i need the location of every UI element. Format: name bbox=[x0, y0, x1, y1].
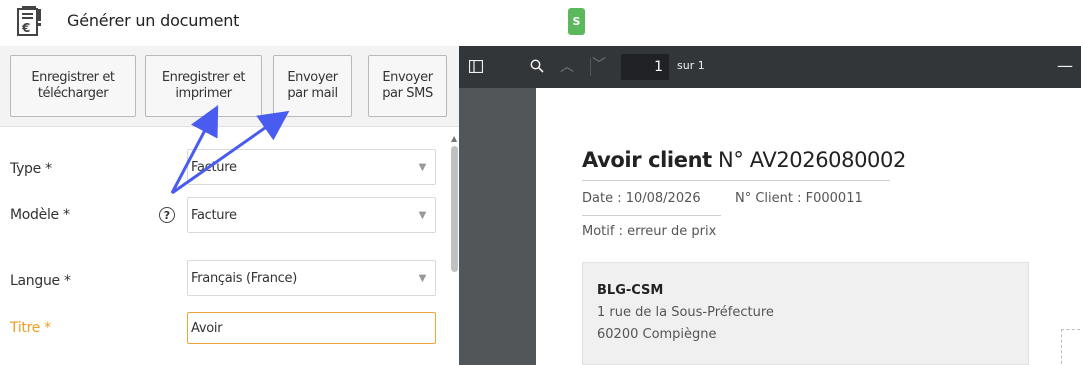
sidebar-toggle-icon[interactable] bbox=[469, 60, 483, 73]
type-label: Type * bbox=[10, 161, 52, 177]
zoom-out-icon[interactable]: — bbox=[1057, 56, 1073, 75]
divider bbox=[582, 180, 890, 181]
model-label: Modèle * bbox=[10, 207, 70, 223]
svg-text:€: € bbox=[21, 21, 30, 35]
page-crop-mark bbox=[1061, 329, 1080, 365]
title-input-value: Avoir bbox=[191, 320, 223, 336]
type-select-value: Facture bbox=[191, 159, 237, 175]
divider bbox=[582, 215, 721, 216]
type-select[interactable]: Facture ▼ bbox=[187, 149, 436, 185]
model-select-value: Facture bbox=[191, 207, 237, 223]
document-number: N° AV2026080002 bbox=[718, 148, 906, 172]
search-icon[interactable] bbox=[530, 59, 544, 73]
send-mail-button[interactable]: Envoyer par mail bbox=[273, 55, 352, 117]
page-total: sur 1 bbox=[677, 59, 705, 72]
document-title-bold: Avoir client bbox=[582, 148, 712, 172]
address-line-2: 60200 Compiègne bbox=[597, 327, 717, 342]
document-date: Date : 10/08/2026 bbox=[582, 191, 701, 206]
toolbar-divider bbox=[590, 58, 591, 76]
pdf-page: Avoir client N° AV2026080002 Date : 10/0… bbox=[536, 88, 1081, 365]
address-box: BLG-CSM 1 rue de la Sous-Préfecture 6020… bbox=[582, 262, 1029, 365]
language-label: Langue * bbox=[10, 273, 71, 289]
language-select[interactable]: Français (France) ▼ bbox=[187, 260, 436, 296]
document-title: Avoir client N° AV2026080002 bbox=[582, 148, 906, 172]
user-badge[interactable]: S bbox=[568, 8, 585, 35]
chevron-down-icon: ▼ bbox=[418, 162, 427, 173]
send-sms-button[interactable]: Envoyer par SMS bbox=[368, 55, 447, 117]
left-panel: Enregistrer et télécharger Enregistrer e… bbox=[0, 46, 459, 365]
pdf-viewer: ︿ ﹀ 1 sur 1 — Avoir client N° AV20260800… bbox=[459, 46, 1081, 365]
document-form: Type * Facture ▼ Modèle * ? Facture ▼ La… bbox=[0, 126, 459, 365]
chevron-down-icon[interactable]: ﹀ bbox=[592, 54, 606, 74]
address-line-1: 1 rue de la Sous-Préfecture bbox=[597, 305, 774, 320]
page-title: Générer un document bbox=[67, 11, 240, 30]
title-label: Titre * bbox=[10, 320, 51, 336]
scrollbar-thumb[interactable] bbox=[451, 146, 458, 272]
scroll-up-icon[interactable]: ▲ bbox=[451, 134, 457, 143]
invoice-euro-icon: € bbox=[17, 6, 41, 36]
client-number: N° Client : F000011 bbox=[735, 191, 863, 206]
document-motif: Motif : erreur de prix bbox=[582, 224, 717, 239]
chevron-down-icon: ▼ bbox=[418, 210, 427, 221]
company-name: BLG-CSM bbox=[597, 283, 664, 298]
chevron-up-icon[interactable]: ︿ bbox=[560, 56, 574, 76]
pdf-toolbar: ︿ ﹀ 1 sur 1 — bbox=[459, 46, 1081, 88]
help-icon[interactable]: ? bbox=[159, 207, 175, 223]
save-print-button[interactable]: Enregistrer et imprimer bbox=[145, 55, 262, 117]
title-input[interactable]: Avoir bbox=[187, 312, 436, 344]
page-number-input[interactable]: 1 bbox=[621, 54, 669, 80]
model-select[interactable]: Facture ▼ bbox=[187, 197, 436, 233]
language-select-value: Français (France) bbox=[191, 270, 297, 286]
header: € Générer un document S bbox=[0, 0, 1081, 44]
save-download-button[interactable]: Enregistrer et télécharger bbox=[10, 55, 136, 117]
chevron-down-icon: ▼ bbox=[418, 273, 427, 284]
